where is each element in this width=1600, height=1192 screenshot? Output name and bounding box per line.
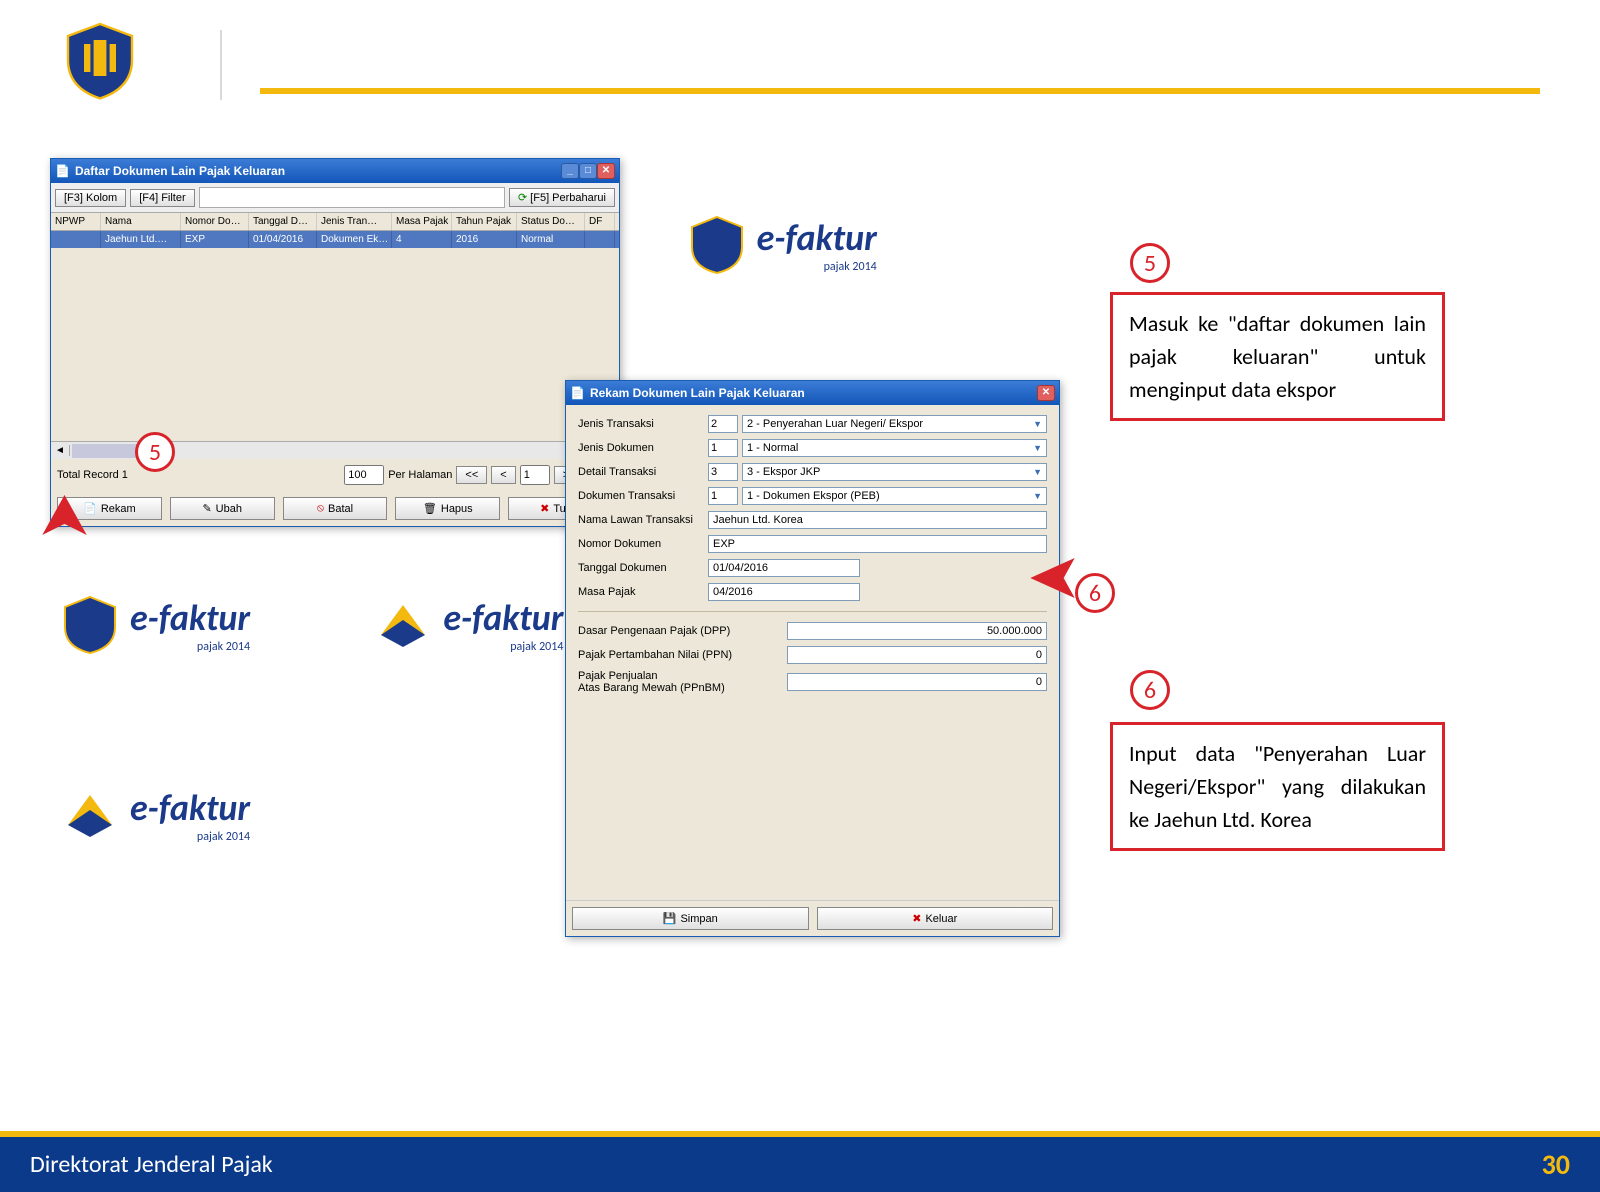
lbl-jenis-transaksi: Jenis Transaksi	[578, 418, 708, 430]
inp-nama-lawan[interactable]	[708, 511, 1047, 529]
col-tahun-pajak[interactable]: Tahun Pajak	[452, 213, 517, 230]
hapus-button[interactable]: 🗑Hapus	[395, 497, 500, 520]
filter-toolbar: [F3] Kolom [F4] Filter ⟳[F5] Perbaharui	[51, 183, 619, 212]
page-number: 30	[1542, 1147, 1570, 1182]
window-daftar-dokumen: 📄Daftar Dokumen Lain Pajak Keluaran _ □ …	[50, 158, 620, 527]
inp-masa-pajak[interactable]	[708, 583, 860, 601]
per-halaman-label: Per Halaman	[388, 469, 452, 481]
close-button[interactable]: ✕	[1037, 385, 1055, 401]
edit-icon: ✎	[202, 502, 211, 515]
window-rekam-dokumen: 📄 Rekam Dokumen Lain Pajak Keluaran ✕ Jen…	[565, 380, 1060, 937]
inp-nomor-dokumen[interactable]	[708, 535, 1047, 553]
refresh-button[interactable]: ⟳[F5] Perbaharui	[509, 188, 615, 207]
header-gold-line	[260, 88, 1540, 94]
slide-header	[60, 20, 1540, 100]
form-divider	[578, 611, 1047, 612]
marker-6-inline: 6	[1075, 573, 1115, 613]
form-button-bar: 💾Simpan ✖Keluar	[566, 900, 1059, 936]
marker-5-inline: 5	[135, 432, 175, 472]
idx-detail-transaksi[interactable]	[708, 463, 738, 481]
sel-jenis-transaksi[interactable]: 2 - Penyerahan Luar Negeri/ Ekspor▼	[742, 415, 1047, 433]
lbl-nama-lawan: Nama Lawan Transaksi	[578, 514, 708, 526]
col-nomor-dokumen[interactable]: Nomor Do…	[181, 213, 249, 230]
idx-dokumen-transaksi[interactable]	[708, 487, 738, 505]
red-arrow-icon	[42, 495, 87, 535]
window-title: Daftar Dokumen Lain Pajak Keluaran	[75, 164, 285, 178]
page-current-input[interactable]	[520, 465, 550, 485]
grid-body[interactable]: Jaehun Ltd.… EXP 01/04/2016 Dokumen Ek… …	[51, 231, 619, 441]
pager-bar: Total Record 1 Per Halaman << < > >>	[51, 459, 619, 491]
ubah-button[interactable]: ✎Ubah	[170, 497, 275, 520]
kolom-button[interactable]: [F3] Kolom	[55, 189, 126, 207]
callout-text: Masuk ke "daftar dokumen lain pajak kelu…	[1129, 310, 1426, 403]
lbl-ppnbm: Pajak Penjualan Atas Barang Mewah (PPnBM…	[578, 670, 748, 694]
filter-button[interactable]: [F4] Filter	[130, 189, 194, 207]
lbl-tanggal-dokumen: Tanggal Dokumen	[578, 562, 708, 574]
window-title: Rekam Dokumen Lain Pajak Keluaran	[590, 386, 805, 400]
titlebar-daftar[interactable]: 📄Daftar Dokumen Lain Pajak Keluaran _ □ …	[51, 159, 619, 183]
cancel-icon: ⦸	[317, 502, 324, 515]
inp-dpp[interactable]	[787, 622, 1047, 640]
col-df[interactable]: DF	[585, 213, 615, 230]
titlebar-rekam[interactable]: 📄 Rekam Dokumen Lain Pajak Keluaran ✕	[566, 381, 1059, 405]
sel-jenis-dokumen[interactable]: 1 - Normal▼	[742, 439, 1047, 457]
keluar-button[interactable]: ✖Keluar	[817, 907, 1054, 930]
sel-detail-transaksi[interactable]: 3 - Ekspor JKP▼	[742, 463, 1047, 481]
minimize-button[interactable]: _	[561, 163, 579, 179]
app-icon: 📄	[55, 164, 70, 178]
sel-dokumen-transaksi[interactable]: 1 - Dokumen Ekspor (PEB)▼	[742, 487, 1047, 505]
simpan-button[interactable]: 💾Simpan	[572, 907, 809, 930]
inp-ppn[interactable]	[787, 646, 1047, 664]
col-tanggal[interactable]: Tanggal D…	[249, 213, 317, 230]
action-button-bar: 📄Rekam ✎Ubah ⦸Batal 🗑Hapus ✖Tutup	[51, 491, 619, 526]
callout-text: Input data "Penyerahan Luar Negeri/Ekspo…	[1129, 740, 1426, 833]
batal-button[interactable]: ⦸Batal	[283, 497, 388, 520]
filter-input[interactable]	[199, 187, 505, 208]
trash-icon: 🗑	[423, 502, 437, 515]
col-jenis-transaksi[interactable]: Jenis Tran…	[317, 213, 392, 230]
col-masa-pajak[interactable]: Masa Pajak	[392, 213, 452, 230]
chevron-down-icon: ▼	[1033, 443, 1042, 453]
inp-tanggal-dokumen[interactable]	[708, 559, 860, 577]
inp-ppnbm[interactable]	[787, 673, 1047, 691]
footer-gold-line	[0, 1131, 1600, 1137]
chevron-down-icon: ▼	[1033, 491, 1042, 501]
col-nama[interactable]: Nama	[101, 213, 181, 230]
col-status[interactable]: Status Do…	[517, 213, 585, 230]
total-record-label: Total Record 1	[57, 469, 128, 481]
lbl-nomor-dokumen: Nomor Dokumen	[578, 538, 708, 550]
idx-jenis-transaksi[interactable]	[708, 415, 738, 433]
chevron-down-icon: ▼	[1033, 419, 1042, 429]
lbl-dpp: Dasar Pengenaan Pajak (DPP)	[578, 625, 748, 637]
app-icon: 📄	[570, 386, 585, 400]
grid-header: NPWP Nama Nomor Do… Tanggal D… Jenis Tra…	[51, 212, 619, 231]
footer-org-label: Direktorat Jenderal Pajak	[30, 1150, 273, 1179]
page-prev-button[interactable]: <	[491, 466, 515, 484]
gov-shield-logo-icon	[60, 20, 140, 100]
table-row[interactable]: Jaehun Ltd.… EXP 01/04/2016 Dokumen Ek… …	[51, 231, 619, 248]
maximize-button[interactable]: □	[579, 163, 597, 179]
header-divider	[220, 30, 222, 100]
red-arrow-icon	[1030, 558, 1075, 598]
slide-footer: Direktorat Jenderal Pajak 30	[0, 1137, 1600, 1192]
exit-icon: ✖	[912, 912, 921, 925]
save-icon: 💾	[663, 912, 677, 925]
close-button[interactable]: ✕	[597, 163, 615, 179]
col-npwp[interactable]: NPWP	[51, 213, 101, 230]
lbl-jenis-dokumen: Jenis Dokumen	[578, 442, 708, 454]
lbl-ppn: Pajak Pertambahan Nilai (PPN)	[578, 649, 748, 661]
per-halaman-input[interactable]	[344, 465, 384, 485]
lbl-dokumen-transaksi: Dokumen Transaksi	[578, 490, 708, 502]
chevron-down-icon: ▼	[1033, 467, 1042, 477]
form-body: Jenis Transaksi 2 - Penyerahan Luar Neger…	[566, 405, 1059, 900]
step-number-5-badge: 5	[1130, 243, 1170, 283]
idx-jenis-dokumen[interactable]	[708, 439, 738, 457]
callout-step-5: Masuk ke "daftar dokumen lain pajak kelu…	[1110, 292, 1445, 421]
lbl-detail-transaksi: Detail Transaksi	[578, 466, 708, 478]
callout-step-6: Input data "Penyerahan Luar Negeri/Ekspo…	[1110, 722, 1445, 851]
lbl-masa-pajak: Masa Pajak	[578, 586, 708, 598]
step-number-6-badge: 6	[1130, 670, 1170, 710]
page-first-button[interactable]: <<	[456, 466, 487, 484]
close-icon: ✖	[540, 502, 549, 515]
